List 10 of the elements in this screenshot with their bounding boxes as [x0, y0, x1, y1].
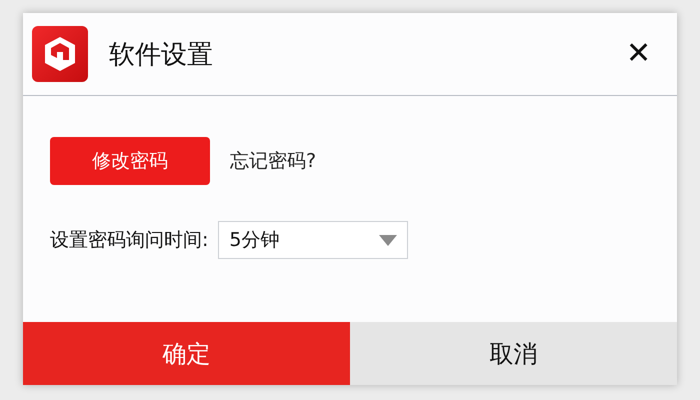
dropdown-arrow-icon [379, 234, 398, 246]
forgot-password-link[interactable]: 忘记密码? [230, 148, 316, 174]
app-logo-icon [32, 26, 88, 82]
ask-interval-label: 设置密码询问时间: [50, 228, 208, 253]
cancel-button[interactable]: 取消 [350, 322, 677, 385]
window-title: 软件设置 [109, 38, 214, 72]
close-button[interactable]: ✕ [626, 39, 651, 69]
confirm-button[interactable]: 确定 [23, 322, 350, 385]
change-password-button[interactable]: 修改密码 [50, 137, 210, 185]
ask-interval-dropdown[interactable]: 5分钟 [218, 221, 408, 259]
